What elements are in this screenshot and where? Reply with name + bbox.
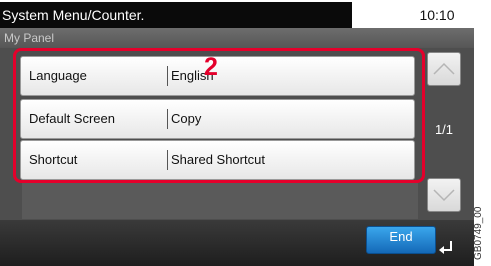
divider bbox=[167, 150, 168, 170]
chevron-down-icon bbox=[433, 189, 455, 202]
scroll-up-button[interactable] bbox=[427, 52, 461, 86]
setting-row-shortcut[interactable]: Shortcut Shared Shortcut bbox=[20, 140, 415, 180]
setting-label: Shortcut bbox=[29, 152, 78, 167]
sub-header: My Panel bbox=[0, 28, 474, 48]
chevron-up-icon bbox=[433, 62, 455, 75]
setting-row-default-screen[interactable]: Default Screen Copy bbox=[20, 99, 415, 139]
scroll-down-button[interactable] bbox=[427, 178, 461, 212]
settings-list: Language English Default Screen Copy Sho… bbox=[13, 48, 425, 183]
enter-icon bbox=[439, 241, 452, 254]
figure-id: GB0749_00 bbox=[473, 206, 484, 260]
device-panel-screen: System Menu/Counter. 10:10 My Panel Lang… bbox=[0, 0, 474, 266]
setting-label: Language bbox=[29, 68, 87, 83]
page-indicator: 1/1 bbox=[434, 122, 454, 137]
empty-list-slot bbox=[22, 183, 418, 219]
clock: 10:10 bbox=[419, 7, 455, 23]
callout-number: 2 bbox=[204, 53, 218, 81]
end-button[interactable]: End bbox=[366, 226, 436, 254]
setting-value: Shared Shortcut bbox=[171, 152, 265, 167]
divider bbox=[167, 66, 168, 86]
setting-value: Copy bbox=[171, 111, 202, 126]
divider bbox=[167, 109, 168, 129]
title-bar: System Menu/Counter. 10:10 bbox=[0, 0, 474, 29]
setting-label: Default Screen bbox=[29, 111, 115, 126]
screen-title: System Menu/Counter. bbox=[0, 2, 352, 29]
